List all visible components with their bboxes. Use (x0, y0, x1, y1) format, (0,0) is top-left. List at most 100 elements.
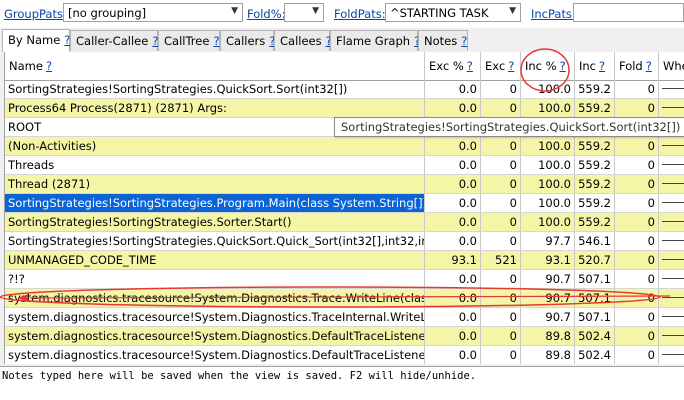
cell-name[interactable]: Threads (5, 156, 425, 174)
cell-name[interactable]: system.diagnostics.tracesource!System.Di… (5, 308, 425, 326)
cell-exc-pct[interactable]: 0.0 (425, 308, 481, 326)
cell-inc[interactable]: 559.2 (575, 156, 615, 174)
cell-inc-pct[interactable]: 100.0 (521, 175, 575, 193)
help-link[interactable]: ? (646, 59, 652, 73)
cell-fold[interactable]: 0 (615, 327, 659, 345)
cell-inc-pct[interactable]: 97.7 (521, 232, 575, 250)
cell-exc-pct[interactable]: 0.0 (425, 194, 481, 212)
chevron-down-icon[interactable]: ▼ (231, 6, 238, 16)
tab-callees[interactable]: Callees? (274, 30, 332, 51)
cell-fold[interactable]: 0 (615, 194, 659, 212)
cell-inc[interactable]: 502.4 (575, 327, 615, 345)
cell-inc[interactable]: 559.2 (575, 80, 615, 98)
table-row[interactable]: UNMANAGED_CODE_TIME 93.1 521 93.1 520.7 0 (5, 251, 684, 270)
cell-fold[interactable]: 0 (615, 156, 659, 174)
cell-inc-pct[interactable]: 100.0 (521, 194, 575, 212)
cell-exc[interactable]: 0 (481, 156, 521, 174)
cell-fold[interactable]: 0 (615, 308, 659, 326)
cell-when[interactable] (659, 137, 684, 155)
cell-when[interactable] (659, 346, 684, 364)
cell-exc[interactable]: 0 (481, 232, 521, 250)
cell-name[interactable]: Process64 Process(2871) (2871) Args: (5, 99, 425, 117)
fold-pats-label[interactable]: FoldPats: (334, 7, 386, 21)
cell-exc-pct[interactable]: 0.0 (425, 232, 481, 250)
cell-exc[interactable]: 0 (481, 80, 521, 98)
cell-exc-pct[interactable]: 0.0 (425, 80, 481, 98)
table-row[interactable]: SortingStrategies!SortingStrategies.Prog… (5, 194, 684, 213)
cell-fold[interactable]: 0 (615, 137, 659, 155)
help-link[interactable]: ? (46, 59, 52, 73)
help-link[interactable]: ? (560, 59, 566, 73)
cell-inc[interactable]: 520.7 (575, 251, 615, 269)
tab-callers[interactable]: Callers? (220, 30, 275, 51)
cell-exc[interactable]: 0 (481, 175, 521, 193)
cell-when[interactable] (659, 194, 684, 212)
cell-fold[interactable]: 0 (615, 251, 659, 269)
table-row[interactable]: ?!? 0.0 0 90.7 507.1 0 (5, 270, 684, 289)
cell-when[interactable] (659, 289, 684, 307)
cell-exc[interactable]: 0 (481, 270, 521, 288)
cell-when[interactable] (659, 327, 684, 345)
group-pats-label[interactable]: GroupPats: (4, 7, 67, 21)
cell-exc-pct[interactable]: 0.0 (425, 213, 481, 231)
column-header-when[interactable]: Whe (659, 52, 684, 80)
cell-fold[interactable]: 0 (615, 270, 659, 288)
tab-flame-graph[interactable]: Flame Graph? (330, 30, 420, 51)
cell-fold[interactable]: 0 (615, 99, 659, 117)
table-row[interactable]: system.diagnostics.tracesource!System.Di… (5, 308, 684, 327)
cell-when[interactable] (659, 308, 684, 326)
help-link[interactable]: ? (461, 34, 467, 48)
table-row[interactable]: Process64 Process(2871) (2871) Args: 0.0 0… (5, 99, 684, 118)
cell-inc[interactable]: 507.1 (575, 270, 615, 288)
table-row[interactable]: system.diagnostics.tracesource!System.Di… (5, 327, 684, 346)
table-row[interactable]: SortingStrategies!SortingStrategies.Quic… (5, 80, 684, 99)
cell-when[interactable] (659, 213, 684, 231)
fold-pct-label[interactable]: Fold%: (247, 7, 286, 21)
cell-exc-pct[interactable]: 0.0 (425, 156, 481, 174)
cell-inc-pct[interactable]: 89.8 (521, 327, 575, 345)
cell-exc[interactable]: 0 (481, 308, 521, 326)
help-link[interactable]: ? (467, 59, 473, 73)
cell-name[interactable]: SortingStrategies!SortingStrategies.Quic… (5, 232, 425, 250)
table-row[interactable]: system.diagnostics.tracesource!System.Di… (5, 346, 684, 364)
help-link[interactable]: ? (599, 59, 605, 73)
cell-name[interactable]: system.diagnostics.tracesource!System.Di… (5, 327, 425, 345)
fold-pct-combobox[interactable]: ▼ (284, 3, 324, 22)
cell-when[interactable] (659, 270, 684, 288)
cell-when[interactable] (659, 175, 684, 193)
cell-name[interactable]: system.diagnostics.tracesource!System.Di… (5, 289, 425, 307)
cell-inc[interactable]: 559.2 (575, 194, 615, 212)
cell-name[interactable]: (Non-Activities) (5, 137, 425, 155)
cell-inc-pct[interactable]: 100.0 (521, 137, 575, 155)
chevron-down-icon[interactable]: ▼ (509, 6, 516, 16)
cell-exc-pct[interactable]: 0.0 (425, 327, 481, 345)
cell-exc[interactable]: 0 (481, 289, 521, 307)
cell-fold[interactable]: 0 (615, 232, 659, 250)
tab-by-name[interactable]: By Name? (2, 29, 70, 52)
cell-exc-pct[interactable]: 0.0 (425, 270, 481, 288)
cell-exc[interactable]: 0 (481, 213, 521, 231)
cell-when[interactable] (659, 80, 684, 98)
cell-inc-pct[interactable]: 100.0 (521, 213, 575, 231)
cell-name[interactable]: system.diagnostics.tracesource!System.Di… (5, 346, 425, 364)
cell-exc-pct[interactable]: 0.0 (425, 137, 481, 155)
cell-when[interactable] (659, 99, 684, 117)
group-pats-combobox[interactable]: [no grouping] ▼ (63, 3, 243, 22)
cell-exc[interactable]: 0 (481, 137, 521, 155)
cell-name[interactable]: ?!? (5, 270, 425, 288)
column-header-fold[interactable]: Fold? (615, 52, 659, 80)
cell-exc-pct[interactable]: 0.0 (425, 175, 481, 193)
cell-inc[interactable]: 559.2 (575, 137, 615, 155)
cell-inc[interactable]: 559.2 (575, 213, 615, 231)
cell-inc[interactable]: 559.2 (575, 99, 615, 117)
cell-when[interactable] (659, 232, 684, 250)
column-header-inc-pct[interactable]: Inc %? (521, 52, 575, 80)
cell-fold[interactable]: 0 (615, 289, 659, 307)
cell-inc[interactable]: 502.4 (575, 346, 615, 364)
cell-when[interactable] (659, 251, 684, 269)
cell-inc-pct[interactable]: 90.7 (521, 289, 575, 307)
cell-fold[interactable]: 0 (615, 175, 659, 193)
cell-inc-pct[interactable]: 90.7 (521, 308, 575, 326)
table-row[interactable]: SortingStrategies!SortingStrategies.Sort… (5, 213, 684, 232)
column-header-exc-pct[interactable]: Exc %? (425, 52, 481, 80)
